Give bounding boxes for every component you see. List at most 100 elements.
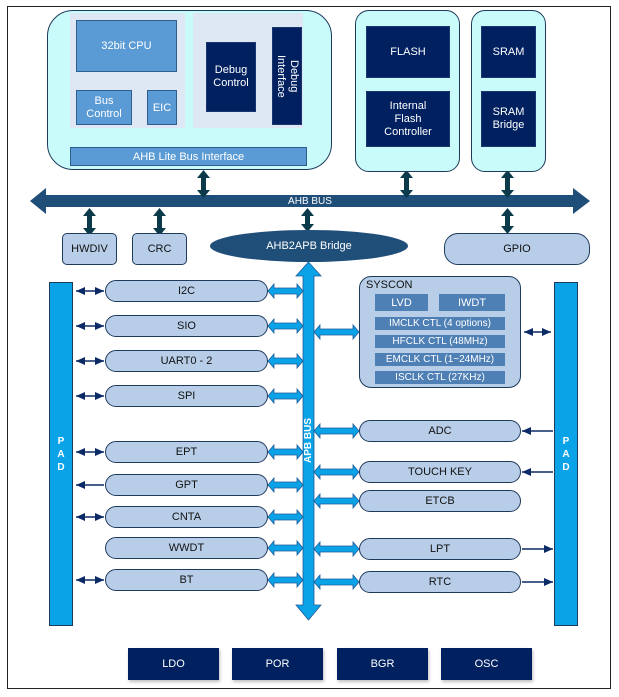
osc-label: OSC [474,658,499,670]
ahb-lite-bus-interface: AHB Lite Bus Interface [70,147,307,166]
syscon-block: SYSCON LVD IWDT IMCLK CTL (4 options) HF… [359,276,521,388]
pad-link-left-8 [76,576,104,584]
syscon-hfclk: HFCLK CTL (48MHz) [375,335,505,348]
peripheral-label: I2C [177,285,196,297]
apb-link-6 [267,508,304,526]
peripheral-label: BT [179,574,194,586]
por-block: POR [232,648,323,680]
sram-bridge-label: SRAM Bridge [492,106,525,131]
apb-bus-text: APB BUS [302,417,314,463]
bus-control-label: Bus Control [86,94,122,120]
connector-hwdiv-ahb [83,208,96,236]
peripheral-label: SIO [177,320,196,332]
pad-link-left-3 [76,392,104,400]
connector-core-ahb [197,170,210,198]
apb-link-2 [267,352,304,370]
connector-bridge-ahb [301,208,314,232]
emclk-label: EMCLK CTL (1~24MHz) [385,354,495,365]
bus-control-block: Bus Control [76,90,132,125]
peripheral-label: RTC [428,576,452,588]
sram-block: SRAM [481,26,536,78]
crc-block: CRC [132,233,187,265]
bgr-label: BGR [370,658,395,670]
pad-link-left-2 [76,357,104,365]
pad-link-syscon [524,328,551,336]
apb-link-3 [267,387,304,405]
flash-label: FLASH [390,46,426,58]
peripheral-ept: EPT [105,441,268,463]
peripheral-uart: UART0 - 2 [105,350,268,372]
peripheral-touch-key: TOUCH KEY [359,461,521,483]
debug-control-label: Debug Control [213,64,249,89]
peripheral-lpt: LPT [359,538,521,560]
ahb-bus-text: AHB BUS [288,195,332,207]
syscon-isclk: ISCLK CTL (27KHz) [375,371,505,384]
peripheral-rtc: RTC [359,571,521,593]
apb-link-right-1 [313,463,360,481]
peripheral-etcb: ETCB [359,490,521,512]
eic-block: EIC [147,90,177,125]
ldo-block: LDO [128,648,219,680]
syscon-lvd: LVD [375,294,428,311]
pad-link-left-5 [76,481,104,489]
gpio-block: GPIO [444,233,590,265]
cpu-label: 32bit CPU [101,40,152,52]
bridge-label: AHB2APB Bridge [266,240,352,252]
crc-label: CRC [147,243,172,255]
pad-link-right-0 [522,427,553,435]
apb-bus-label: APB BUS [300,410,316,470]
peripheral-label: ADC [428,425,452,437]
iwdt-label: IWDT [457,296,487,309]
connector-flash-ahb [400,170,413,198]
pad-link-left-6 [76,513,104,521]
peripheral-adc: ADC [359,420,521,442]
debug-interface-block: Debug Interface [272,27,302,125]
peripheral-label: CNTA [171,511,202,523]
peripheral-label: GPT [175,479,198,491]
ldo-label: LDO [162,658,185,670]
syscon-imclk: IMCLK CTL (4 options) [375,317,505,330]
debug-interface-label: Debug Interface [275,54,300,98]
apb-link-8 [267,571,304,589]
flash-controller-block: Internal Flash Controller [366,91,450,147]
pad-right-label: PAD [562,435,570,473]
sram-bridge-block: SRAM Bridge [481,91,536,147]
pad-left: PAD [49,282,73,626]
hfclk-label: HFCLK CTL (48MHz) [392,336,488,347]
pad-link-right-1 [522,468,553,476]
pad-link-right-4 [522,578,553,586]
apb-link-right-4 [313,573,360,591]
debug-control-block: Debug Control [206,42,256,112]
ahb-lite-label: AHB Lite Bus Interface [132,150,245,163]
ahb2apb-bridge: AHB2APB Bridge [210,230,408,262]
flash-controller-label: Internal Flash Controller [384,99,432,138]
peripheral-sio: SIO [105,315,268,337]
cpu-block: 32bit CPU [76,20,177,72]
pad-right: PAD [554,282,578,626]
peripheral-label: WWDT [168,542,205,554]
apb-link-right-0 [313,422,360,440]
pad-link-left-0 [76,287,104,295]
hwdiv-label: HWDIV [71,243,108,255]
osc-block: OSC [441,648,532,680]
connector-gpio-ahb [501,208,514,234]
syscon-title: SYSCON [366,279,413,291]
peripheral-i2c: I2C [105,280,268,302]
peripheral-label: SPI [177,390,196,402]
apb-link-right-3 [313,540,360,558]
bgr-block: BGR [337,648,428,680]
apb-link-syscon [313,323,360,341]
flash-block: FLASH [366,26,450,78]
peripheral-wwdt: WWDT [105,537,268,559]
gpio-label: GPIO [503,243,531,255]
peripheral-spi: SPI [105,385,268,407]
apb-link-right-2 [313,492,360,510]
ahb-bus-label: AHB BUS [260,195,360,207]
lvd-label: LVD [391,296,412,309]
peripheral-label: EPT [175,446,198,458]
pad-left-label: PAD [57,435,65,473]
isclk-label: ISCLK CTL (27KHz) [395,372,485,383]
syscon-emclk: EMCLK CTL (1~24MHz) [375,353,505,366]
hwdiv-block: HWDIV [62,233,117,265]
connector-crc-ahb [153,208,166,236]
